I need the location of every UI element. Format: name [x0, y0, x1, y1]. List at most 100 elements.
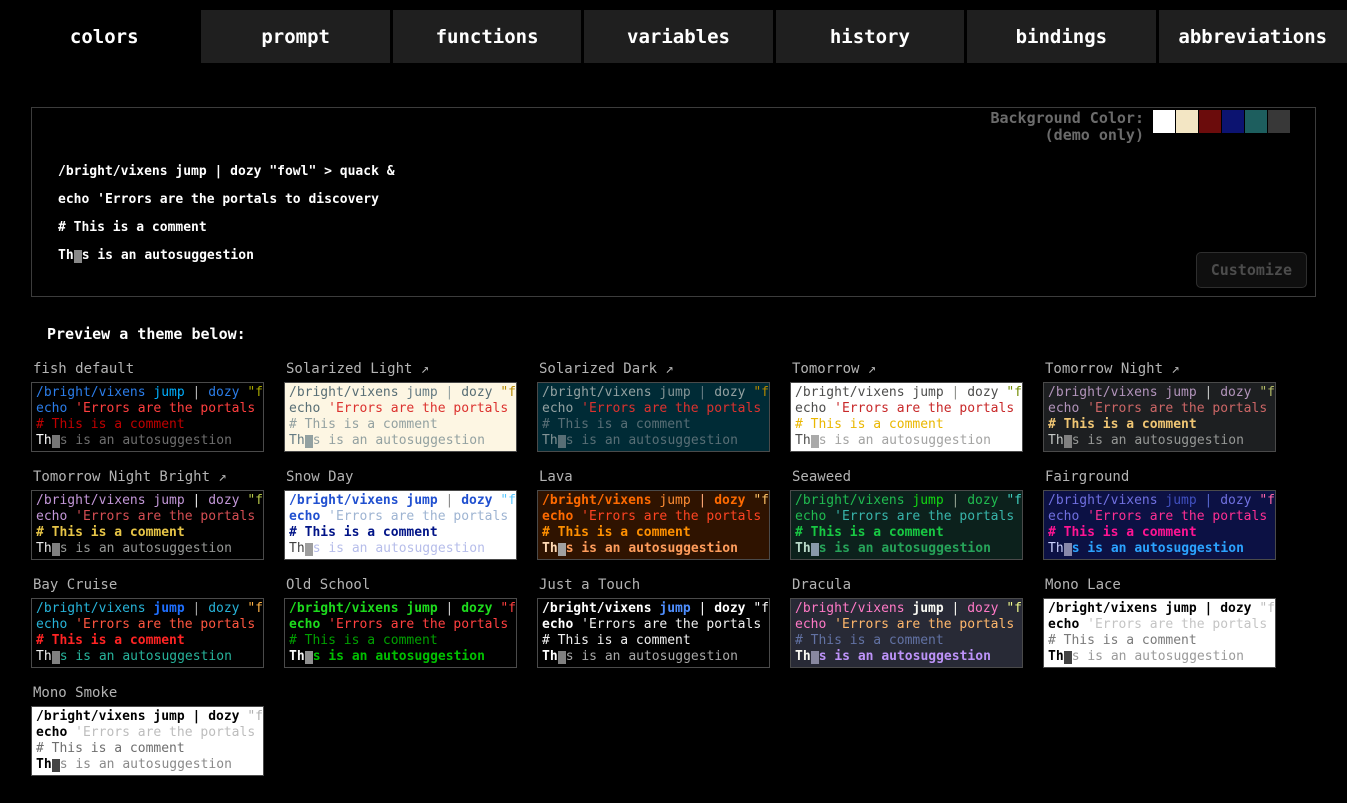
theme-title[interactable]: Dracula — [792, 577, 1023, 593]
tab-bindings[interactable]: bindings — [967, 10, 1155, 63]
sample-segment-cmd: /bright/vixens — [1048, 493, 1158, 508]
tab-abbreviations[interactable]: abbreviations — [1159, 10, 1347, 63]
sample-segment-plain — [826, 509, 834, 524]
background-swatch-3[interactable] — [1222, 110, 1244, 133]
tab-colors[interactable]: colors — [10, 10, 198, 63]
theme-card[interactable]: Dracula/bright/vixens jump | dozy "fowl"… — [790, 573, 1023, 668]
terminal-preview: /bright/vixens jump | dozy "fowl" > quac… — [58, 158, 395, 270]
theme-card[interactable]: Mono Smoke/bright/vixens jump | dozy "fo… — [31, 681, 264, 776]
sample-line: Th s is an autosuggestion — [36, 433, 259, 449]
theme-title[interactable]: Lava — [539, 469, 770, 485]
theme-sample-terminal[interactable]: /bright/vixens jump | dozy "fowl" > quac… — [31, 382, 264, 452]
sample-segment-arg: jump — [1165, 385, 1196, 400]
theme-card[interactable]: Bay Cruise/bright/vixens jump | dozy "fo… — [31, 573, 264, 668]
sample-segment-quote: "fowl" — [500, 493, 517, 508]
sample-line: # This is a comment — [795, 417, 1018, 433]
cursor-block — [74, 250, 82, 263]
theme-title[interactable]: Bay Cruise — [33, 577, 264, 593]
color-demo-panel: Background Color: (demo only) /bright/vi… — [31, 107, 1316, 297]
background-swatch-6[interactable] — [1291, 110, 1313, 133]
tab-prompt[interactable]: prompt — [201, 10, 389, 63]
theme-title[interactable]: Mono Smoke — [33, 685, 264, 701]
theme-sample-terminal[interactable]: /bright/vixens jump | dozy "fowl" > quac… — [790, 490, 1023, 560]
theme-sample-terminal[interactable]: /bright/vixens jump | dozy "fowl" > quac… — [537, 382, 770, 452]
sample-segment-text: Th — [542, 541, 558, 556]
sample-segment-comment: # This is a comment — [36, 417, 185, 432]
sample-segment-comment: # This is a comment — [1048, 417, 1197, 432]
theme-sample-terminal[interactable]: /bright/vixens jump | dozy "fowl" > quac… — [790, 382, 1023, 452]
theme-sample-terminal[interactable]: /bright/vixens jump | dozy "fowl" > quac… — [1043, 490, 1276, 560]
sample-segment-cmd: /bright/vixens — [542, 493, 652, 508]
theme-card[interactable]: Mono Lace/bright/vixens jump | dozy "fow… — [1043, 573, 1276, 668]
sample-line: echo 'Errors are the portals to discover… — [542, 401, 765, 417]
theme-card[interactable]: Tomorrow Night ↗ /bright/vixens jump | do… — [1043, 357, 1276, 452]
sample-segment-arg: jump — [153, 493, 184, 508]
customize-button[interactable]: Customize — [1196, 252, 1307, 288]
background-swatch-5[interactable] — [1268, 110, 1290, 133]
theme-sample-terminal[interactable]: /bright/vixens jump | dozy "fowl" > quac… — [1043, 382, 1276, 452]
sample-segment-plain — [67, 617, 75, 632]
theme-card[interactable]: Snow Day/bright/vixens jump | dozy "fowl… — [284, 465, 517, 560]
sample-segment-quote: "fowl" — [1006, 493, 1023, 508]
background-swatch-0[interactable] — [1153, 110, 1175, 133]
theme-card[interactable]: Old School/bright/vixens jump | dozy "fo… — [284, 573, 517, 668]
theme-title[interactable]: Fairground — [1045, 469, 1276, 485]
theme-title[interactable]: Solarized Dark ↗ — [539, 361, 770, 377]
theme-card[interactable]: Tomorrow Night Bright ↗ /bright/vixens ju… — [31, 465, 264, 560]
sample-segment-str: 'Errors are the portals to discovery — [75, 401, 264, 416]
theme-sample-terminal[interactable]: /bright/vixens jump | dozy "fowl" > quac… — [790, 598, 1023, 668]
sample-segment-autosug: s is an autosuggestion — [566, 649, 738, 664]
sample-segment-quote: "fowl" — [753, 493, 770, 508]
theme-sample-terminal[interactable]: /bright/vixens jump | dozy "fowl" > quac… — [1043, 598, 1276, 668]
theme-title[interactable]: Seaweed — [792, 469, 1023, 485]
sample-line: Th s is an autosuggestion — [289, 541, 512, 557]
background-swatch-4[interactable] — [1245, 110, 1267, 133]
cursor-block — [811, 435, 819, 448]
sample-segment-quote: "fowl" — [1006, 385, 1023, 400]
sample-segment-cmd: echo — [542, 509, 573, 524]
sample-segment-text: Th — [36, 649, 52, 664]
sample-segment-comment: # This is a comment — [36, 741, 185, 756]
theme-sample-terminal[interactable]: /bright/vixens jump | dozy "fowl" > quac… — [31, 598, 264, 668]
sample-segment-autosug: s is an autosuggestion — [313, 649, 485, 664]
cursor-block — [305, 543, 313, 556]
sample-line: echo 'Errors are the portals to discover… — [36, 401, 259, 417]
sample-segment-autosug: s is an autosuggestion — [60, 757, 232, 772]
background-swatch-1[interactable] — [1176, 110, 1198, 133]
theme-card[interactable]: Tomorrow ↗ /bright/vixens jump | dozy "fo… — [790, 357, 1023, 452]
background-swatch-2[interactable] — [1199, 110, 1221, 133]
theme-card[interactable]: Fairground/bright/vixens jump | dozy "fo… — [1043, 465, 1276, 560]
sample-segment-plain — [944, 385, 952, 400]
theme-title[interactable]: Snow Day — [286, 469, 517, 485]
sample-segment-quote: "fowl" — [1259, 493, 1276, 508]
theme-title[interactable]: Solarized Light ↗ — [286, 361, 517, 377]
theme-card[interactable]: Solarized Light ↗ /bright/vixens jump | d… — [284, 357, 517, 452]
sample-segment-cmd: /bright/vixens — [36, 601, 146, 616]
tab-history[interactable]: history — [776, 10, 964, 63]
tab-functions[interactable]: functions — [393, 10, 581, 63]
theme-title[interactable]: Tomorrow Night ↗ — [1045, 361, 1276, 377]
theme-title[interactable]: Mono Lace — [1045, 577, 1276, 593]
theme-title[interactable]: fish default — [33, 361, 264, 377]
sample-segment-arg: jump — [1165, 601, 1196, 616]
theme-sample-terminal[interactable]: /bright/vixens jump | dozy "fowl" > quac… — [537, 490, 770, 560]
tab-variables[interactable]: variables — [584, 10, 772, 63]
sample-segment-plain — [67, 401, 75, 416]
sample-segment-text: Th — [1048, 649, 1064, 664]
theme-title[interactable]: Old School — [286, 577, 517, 593]
theme-sample-terminal[interactable]: /bright/vixens jump | dozy "fowl" > quac… — [284, 598, 517, 668]
theme-title[interactable]: Tomorrow ↗ — [792, 361, 1023, 377]
theme-title[interactable]: Just a Touch — [539, 577, 770, 593]
theme-card[interactable]: Seaweed/bright/vixens jump | dozy "fowl"… — [790, 465, 1023, 560]
theme-sample-terminal[interactable]: /bright/vixens jump | dozy "fowl" > quac… — [284, 490, 517, 560]
theme-sample-terminal[interactable]: /bright/vixens jump | dozy "fowl" > quac… — [537, 598, 770, 668]
theme-sample-terminal[interactable]: /bright/vixens jump | dozy "fowl" > quac… — [284, 382, 517, 452]
sample-segment-autosug: s is an autosuggestion — [60, 649, 232, 664]
theme-card[interactable]: fish default/bright/vixens jump | dozy "… — [31, 357, 264, 452]
theme-sample-terminal[interactable]: /bright/vixens jump | dozy "fowl" > quac… — [31, 490, 264, 560]
theme-sample-terminal[interactable]: /bright/vixens jump | dozy "fowl" > quac… — [31, 706, 264, 776]
theme-title[interactable]: Tomorrow Night Bright ↗ — [33, 469, 264, 485]
theme-card[interactable]: Solarized Dark ↗ /bright/vixens jump | do… — [537, 357, 770, 452]
theme-card[interactable]: Lava/bright/vixens jump | dozy "fowl" > … — [537, 465, 770, 560]
theme-card[interactable]: Just a Touch/bright/vixens jump | dozy "… — [537, 573, 770, 668]
